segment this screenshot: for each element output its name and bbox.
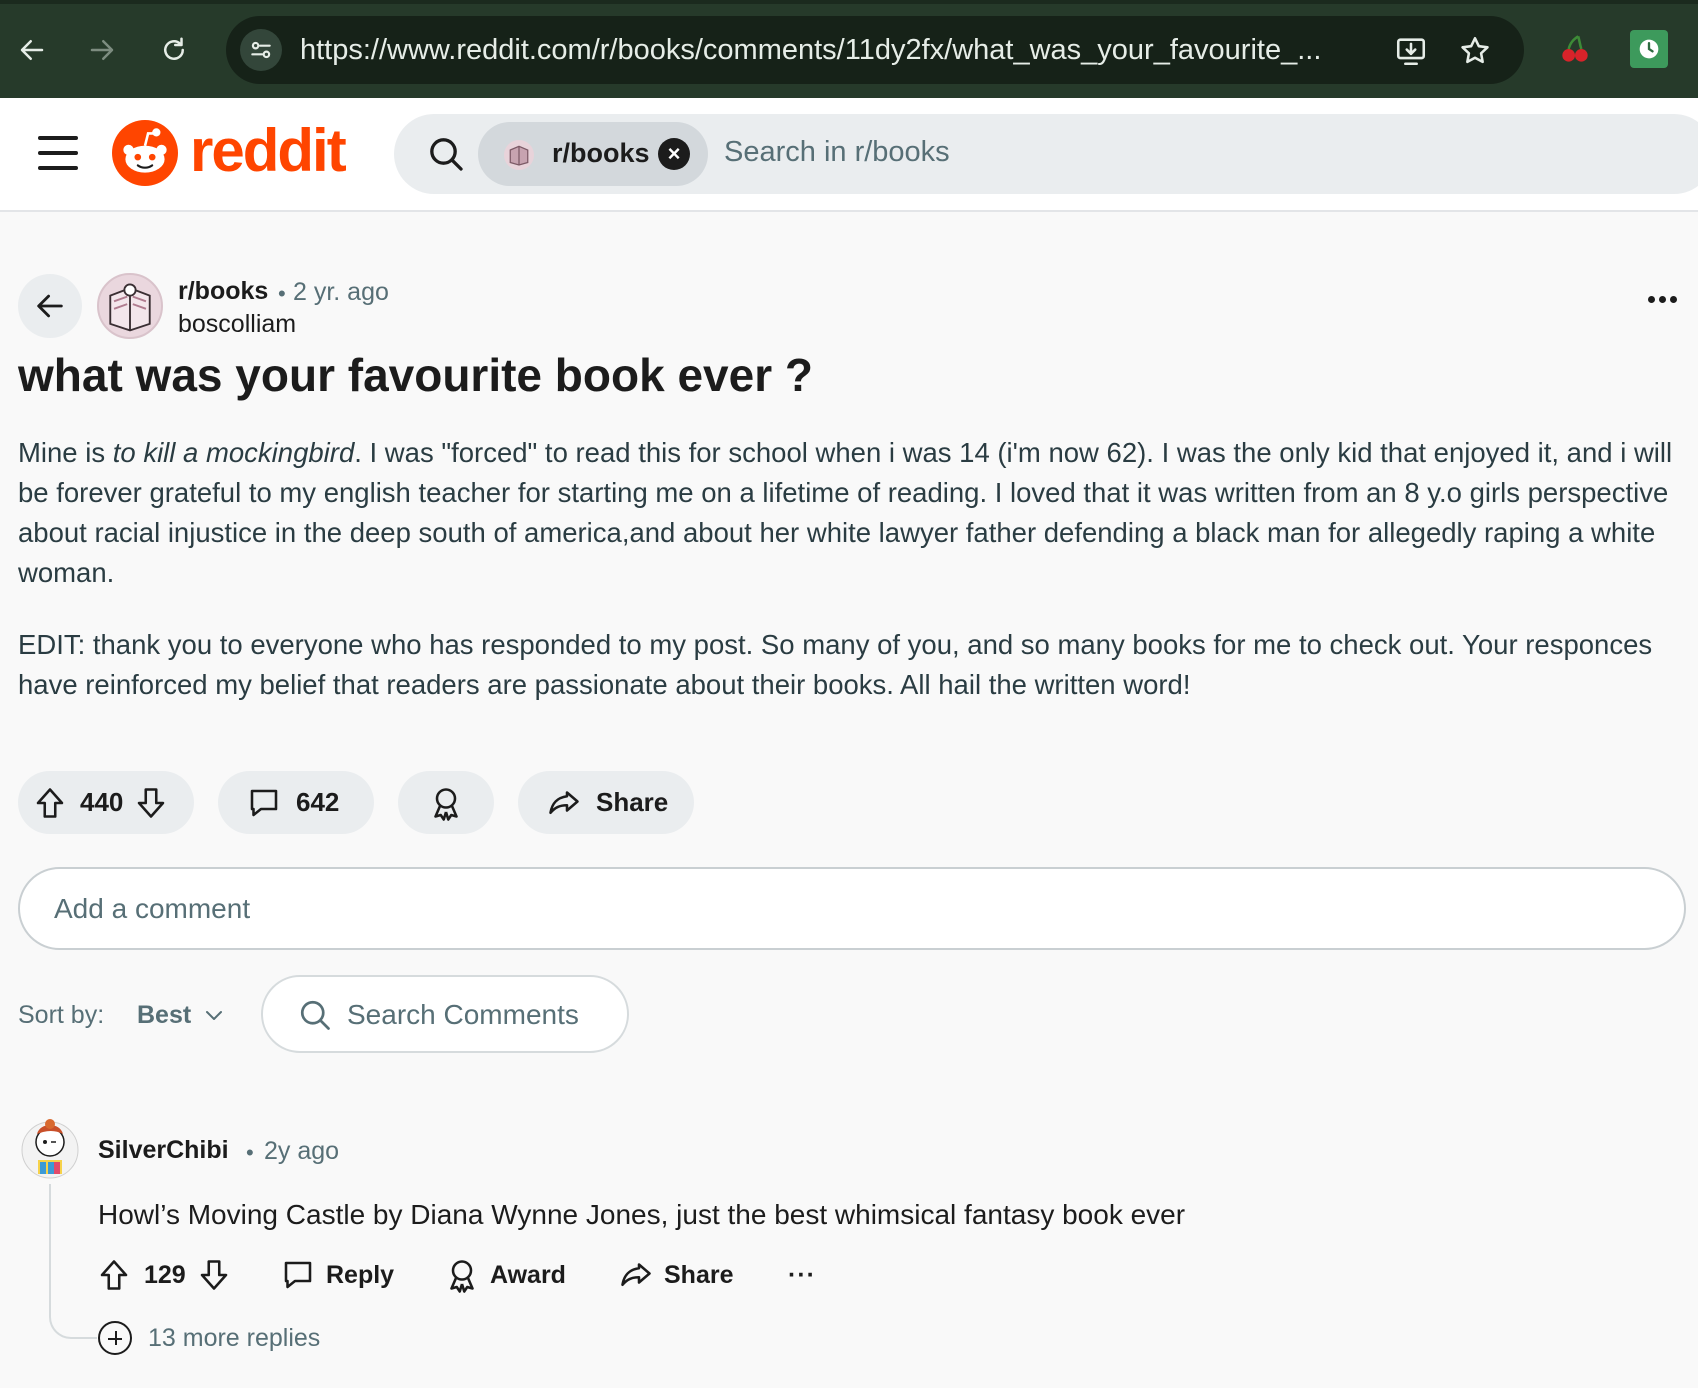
sort-dropdown[interactable]: Best — [137, 1001, 191, 1030]
chevron-down-icon[interactable] — [202, 1003, 226, 1027]
share-icon — [549, 790, 579, 814]
comment-more-icon[interactable]: ··· — [788, 1255, 816, 1295]
reload-icon — [164, 37, 184, 60]
reddit-logo-icon[interactable] — [112, 120, 178, 186]
comment-award-button[interactable]: Award — [444, 1255, 566, 1295]
search-comments-input[interactable]: Search Comments — [261, 975, 629, 1053]
comment-body: Howl’s Moving Castle by Diana Wynne Jone… — [98, 1199, 1186, 1230]
arrow-right-icon — [90, 40, 114, 60]
more-replies-button[interactable]: 13 more replies — [98, 1321, 320, 1355]
comment-vote-count: 129 — [144, 1260, 186, 1289]
share-label: Share — [664, 1260, 734, 1289]
browser-back-button[interactable] — [12, 30, 52, 70]
post-paragraph: EDIT: thank you to everyone who has resp… — [18, 629, 1653, 700]
cherry-extension-icon[interactable] — [1556, 30, 1594, 68]
post-title: what was your favourite book ever ? — [18, 349, 813, 401]
search-bar[interactable]: r/books × Search in r/books — [394, 114, 1698, 194]
subreddit-avatar-icon — [504, 140, 534, 170]
menu-icon[interactable] — [38, 136, 78, 172]
meta-separator: • — [278, 281, 286, 306]
install-app-icon[interactable] — [1394, 34, 1428, 68]
downvote-icon[interactable] — [196, 1257, 232, 1293]
thread-line[interactable] — [49, 1184, 97, 1339]
downvote-icon[interactable] — [133, 785, 169, 821]
arrow-left-icon — [20, 40, 44, 60]
search-icon — [300, 1000, 330, 1030]
search-comments-placeholder: Search Comments — [347, 999, 579, 1030]
subreddit-avatar[interactable] — [97, 273, 163, 339]
comment-timestamp: 2y ago — [264, 1137, 340, 1165]
comments-button[interactable]: 642 — [218, 771, 374, 834]
vote-bar: 440 — [18, 771, 194, 834]
close-icon[interactable]: × — [658, 138, 690, 170]
site-settings-icon[interactable] — [240, 29, 282, 71]
commenter-avatar[interactable] — [20, 1114, 80, 1180]
search-input[interactable]: Search in r/books — [724, 136, 950, 169]
comment-share-button[interactable]: Share — [618, 1255, 733, 1295]
back-button[interactable] — [18, 274, 82, 338]
search-icon — [430, 138, 463, 171]
expand-plus-icon — [98, 1321, 132, 1355]
bookmark-star-icon[interactable] — [1458, 34, 1492, 68]
address-bar[interactable]: https://www.reddit.com/r/books/comments/… — [226, 16, 1524, 84]
comment-icon — [250, 789, 278, 816]
add-comment-input[interactable]: Add a comment — [18, 867, 1686, 950]
share-icon — [621, 1263, 651, 1287]
browser-top-edge — [0, 0, 1698, 4]
upvote-icon[interactable] — [32, 785, 68, 821]
reply-label: Reply — [326, 1260, 395, 1289]
browser-reload-button[interactable] — [154, 30, 194, 70]
reply-button[interactable]: Reply — [280, 1255, 394, 1295]
post-body: Mine is to kill a mockingbird. I was "fo… — [18, 433, 1688, 737]
more-replies-label: 13 more replies — [148, 1323, 321, 1352]
award-button[interactable] — [398, 771, 494, 834]
post-subreddit-link[interactable]: r/books — [178, 277, 268, 306]
upvote-icon[interactable] — [96, 1257, 132, 1293]
post-timestamp: 2 yr. ago — [293, 278, 389, 306]
url-text[interactable]: https://www.reddit.com/r/books/comments/… — [300, 34, 1360, 67]
post-author[interactable]: boscolliam — [178, 310, 296, 339]
share-button[interactable]: Share — [518, 771, 694, 834]
arrow-left-icon — [37, 294, 63, 318]
more-options-icon[interactable] — [1648, 290, 1688, 320]
post-paragraph: Mine is to kill a mockingbird. I was "fo… — [18, 433, 1688, 593]
clock-extension-icon[interactable] — [1630, 30, 1668, 68]
comment-vote-bar: 129 — [96, 1255, 232, 1295]
reddit-wordmark[interactable]: reddit — [190, 116, 347, 185]
post-italic-text: to kill a mockingbird — [112, 437, 355, 468]
comment-icon — [284, 1261, 312, 1289]
comment-separator: • — [246, 1140, 254, 1165]
share-label: Share — [596, 787, 669, 817]
comment-count: 642 — [296, 787, 340, 817]
comment-author[interactable]: SilverChibi — [98, 1136, 229, 1165]
award-icon — [434, 787, 458, 821]
post-vote-count: 440 — [80, 787, 124, 817]
site-header: reddit r/books × Search in r/books — [0, 98, 1698, 212]
award-label: Award — [490, 1260, 566, 1289]
sort-label: Sort by: — [18, 1001, 105, 1029]
browser-toolbar: https://www.reddit.com/r/books/comments/… — [0, 0, 1698, 98]
add-comment-placeholder: Add a comment — [54, 893, 251, 924]
browser-forward-button[interactable] — [82, 30, 122, 70]
subreddit-search-chip[interactable]: r/books × — [478, 122, 708, 186]
post-text: Mine is — [18, 437, 113, 468]
award-icon — [450, 1260, 474, 1293]
subreddit-chip-label: r/books — [552, 138, 650, 168]
